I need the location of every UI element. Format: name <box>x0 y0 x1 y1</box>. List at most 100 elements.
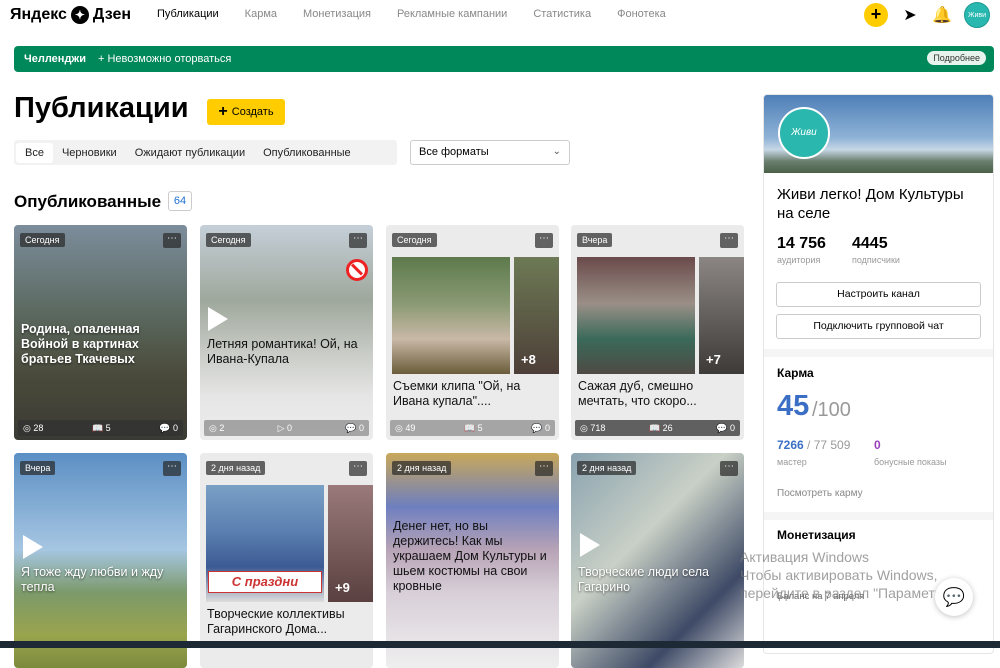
bonus-label: бонусные показы <box>874 457 947 467</box>
card-title: Денег нет, но вы держитесь! Как мы украш… <box>393 519 547 593</box>
card-date: Вчера <box>577 233 613 247</box>
card-photo-banner-text: С праздни <box>208 571 322 593</box>
card-stat-views: 28 <box>33 422 44 433</box>
avatar[interactable]: Живи легко <box>964 2 990 45</box>
nav-ad-campaigns[interactable]: Рекламные кампании <box>397 8 507 20</box>
card-cover <box>571 453 744 668</box>
watermark-line-3: перейдите в раздел "Параметры". <box>740 585 962 601</box>
card-menu-icon[interactable]: ⋯ <box>349 461 367 476</box>
publication-card[interactable]: Сегодня ⋯ Летняя романтика! Ой, на Ивана… <box>200 225 373 440</box>
comments-icon: 💬 0 <box>159 422 178 433</box>
nav-monetization[interactable]: Монетизация <box>303 8 371 20</box>
card-date: 2 дня назад <box>577 461 637 475</box>
group-chat-button[interactable]: Подключить групповой чат <box>776 314 981 339</box>
create-label: Создать <box>231 106 274 118</box>
plays-icon: ▷ 0 <box>277 422 293 433</box>
play-icon <box>580 533 600 557</box>
more-photos-count: +7 <box>706 352 721 367</box>
card-stat-views: 718 <box>590 422 606 433</box>
play-icon <box>23 535 43 559</box>
card-title: Сажая дуб, смешно мечтать, что скоро... <box>578 379 697 408</box>
card-stat-comments: 0 <box>544 422 550 433</box>
card-stat-views: 2 <box>219 422 225 433</box>
nav-statistics[interactable]: Статистика <box>533 8 591 20</box>
karma-title: Карма <box>777 366 814 380</box>
views-icon: ◎ 2 <box>209 422 225 433</box>
banner-text: + Невозможно оторваться <box>97 53 232 65</box>
send-icon[interactable]: ➤ <box>900 5 920 25</box>
challenge-banner[interactable]: Челленджи + Невозможно оторваться Подроб… <box>14 46 994 72</box>
card-stat-views: 49 <box>405 422 416 433</box>
channel-name[interactable]: Живи легко! Дом Культуры на селе <box>777 185 977 223</box>
nav-publications[interactable]: Публикации <box>157 8 219 20</box>
publication-card[interactable]: 2 дня назад ⋯ Денег нет, но вы держитесь… <box>386 453 559 668</box>
tab-pending[interactable]: Ожидают публикации <box>126 143 254 163</box>
format-select[interactable]: Все форматы ⌄ <box>410 140 570 165</box>
bell-icon[interactable]: 🔔 <box>932 5 952 25</box>
tab-published[interactable]: Опубликованные <box>254 143 360 163</box>
card-stat-comments: 0 <box>729 422 735 433</box>
publication-card[interactable]: Сегодня ⋯ +8 Съемки клипа "Ой, на Ивана … <box>386 225 559 440</box>
master-current: 7266 <box>777 438 804 452</box>
card-stat-comments: 0 <box>172 422 178 433</box>
see-karma-link[interactable]: Посмотреть карму <box>777 488 863 499</box>
card-menu-icon[interactable]: ⋯ <box>163 233 181 248</box>
card-menu-icon[interactable]: ⋯ <box>720 461 738 476</box>
karma-max: /100 <box>812 399 851 421</box>
tab-drafts[interactable]: Черновики <box>53 143 126 163</box>
more-photos-count: +8 <box>521 352 536 367</box>
create-button[interactable]: + Создать <box>207 99 285 125</box>
card-menu-icon[interactable]: ⋯ <box>720 233 738 248</box>
card-menu-icon[interactable]: ⋯ <box>535 461 553 476</box>
card-stat-reads: 26 <box>662 422 673 433</box>
comments-icon: 💬 0 <box>716 422 735 433</box>
card-title: Родина, опаленная Войной в картинах брат… <box>21 322 140 366</box>
publication-card[interactable]: Вчера ⋯ +7 Сажая дуб, смешно мечтать, чт… <box>571 225 744 440</box>
nav-phonoteka[interactable]: Фонотека <box>617 8 666 20</box>
reads-icon: 📖 5 <box>463 422 483 433</box>
card-menu-icon[interactable]: ⋯ <box>535 233 553 248</box>
publication-card[interactable]: Сегодня ⋯ Родина, опаленная Войной в кар… <box>14 225 187 440</box>
nav-karma[interactable]: Карма <box>245 8 277 20</box>
more-photos-count: +9 <box>335 580 350 595</box>
setup-channel-button[interactable]: Настроить канал <box>776 282 981 307</box>
tab-all[interactable]: Все <box>16 142 53 163</box>
windows-watermark: Активация Windows Чтобы активировать Win… <box>740 548 962 602</box>
master-label: мастер <box>777 457 807 467</box>
chat-icon[interactable]: 💬 <box>935 578 973 616</box>
zen-star-icon: ✦ <box>70 6 89 24</box>
master-value: 7266 / 77 509 <box>777 438 850 452</box>
card-stats: ◎ 718 📖 26 💬 0 <box>575 420 740 436</box>
logo[interactable]: Яндекс ✦ Дзен <box>10 6 131 24</box>
card-title: Летняя романтика! Ой, на Ивана-Купала <box>207 337 358 366</box>
monetization-title: Монетизация <box>777 528 856 542</box>
card-menu-icon[interactable]: ⋯ <box>349 233 367 248</box>
karma-value: 45 <box>777 390 810 422</box>
channel-avatar[interactable]: Живи легко! <box>778 107 830 186</box>
publication-card[interactable]: 2 дня назад ⋯ Творческие люди села Гагар… <box>571 453 744 668</box>
card-menu-icon[interactable]: ⋯ <box>163 461 181 476</box>
card-stat-plays: 0 <box>287 422 293 433</box>
create-plus-icon[interactable]: + <box>864 3 888 27</box>
top-bar: Яндекс ✦ Дзен Публикации Карма Монетизац… <box>0 0 1000 45</box>
divider <box>764 349 993 357</box>
views-icon: ◎ 718 <box>580 422 606 433</box>
card-photo <box>577 257 695 374</box>
card-stat-reads: 5 <box>477 422 483 433</box>
reads-icon: 📖 5 <box>91 422 111 433</box>
plus-icon: + <box>218 103 228 120</box>
publication-count: 64 <box>168 191 192 211</box>
banner-more-button[interactable]: Подробнее <box>927 51 986 65</box>
logo-text: Яндекс <box>10 6 67 23</box>
card-stat-reads: 5 <box>105 422 111 433</box>
card-stats: ◎ 49 📖 5 💬 0 <box>390 420 555 436</box>
card-title: Съемки клипа "Ой, на Ивана купала".... <box>393 379 521 408</box>
banner-label: Челленджи <box>24 53 86 65</box>
reads-icon: 📖 26 <box>648 422 673 433</box>
publication-card[interactable]: Вчера ⋯ Я тоже жду любви и жду тепла <box>14 453 187 668</box>
card-stats: ◎ 2 ▷ 0 💬 0 <box>204 420 369 436</box>
blocked-icon <box>346 259 368 281</box>
channel-avatar-text: Живи легко! <box>789 127 819 186</box>
card-stat-comments: 0 <box>358 422 364 433</box>
publication-card[interactable]: С праздни 2 дня назад ⋯ +9 Творческие ко… <box>200 453 373 668</box>
